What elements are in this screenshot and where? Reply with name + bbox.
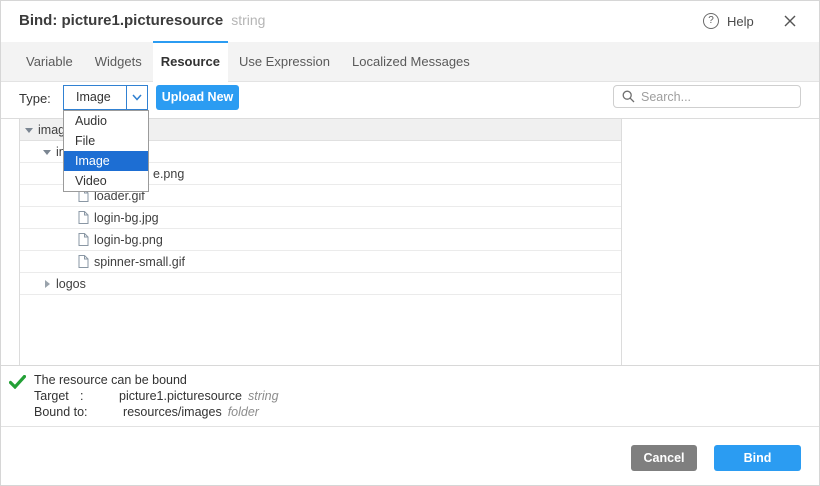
status-bound-value: resources/images — [123, 405, 222, 419]
cancel-button[interactable]: Cancel — [631, 445, 697, 471]
file-icon — [78, 211, 89, 224]
footer-divider — [1, 426, 819, 427]
search-box[interactable] — [613, 85, 801, 108]
help-button[interactable]: Help — [727, 14, 754, 29]
check-icon — [9, 375, 26, 394]
tab-bar: Variable Widgets Resource Use Expression… — [1, 42, 819, 82]
folder-expanded-icon[interactable] — [25, 126, 38, 134]
status-separator: : — [84, 405, 123, 419]
type-select-value: Image — [76, 86, 111, 109]
status-bound-row: Bound to:resources/images folder — [34, 405, 259, 419]
status-bound-label: Bound to — [34, 405, 84, 419]
tree-row-login-bg-png[interactable]: login-bg.png — [20, 229, 621, 251]
tab-use-expression[interactable]: Use Expression — [228, 42, 341, 81]
tree-bottom-border — [1, 365, 819, 366]
upload-new-button[interactable]: Upload New — [156, 85, 239, 110]
tree-row-label: e.png — [153, 167, 184, 181]
tree-row-label: spinner-small.gif — [94, 255, 185, 269]
dropdown-option-image[interactable]: Image — [64, 151, 148, 171]
title-bar: Bind: picture1.picturesource string ? Hel… — [1, 1, 819, 42]
dropdown-option-video[interactable]: Video — [64, 171, 148, 191]
search-icon — [622, 90, 635, 103]
status-bound-type: folder — [228, 405, 259, 419]
status-target-row: Target:picture1.picturesource string — [34, 389, 279, 403]
tab-widgets[interactable]: Widgets — [84, 42, 153, 81]
status-target-type: string — [248, 389, 279, 403]
type-label: Type: — [19, 91, 51, 106]
tree-row-login-bg-jpg[interactable]: login-bg.jpg — [20, 207, 621, 229]
tree-row-logos-folder[interactable]: logos — [20, 273, 621, 295]
search-input[interactable] — [641, 90, 802, 104]
close-icon[interactable] — [782, 13, 798, 29]
dialog-title-text: Bind: picture1.picturesource — [19, 12, 223, 29]
tree-row-label: login-bg.png — [94, 233, 163, 247]
status-target-label: Target — [34, 389, 80, 403]
bind-dialog: Bind: picture1.picturesource string ? Hel… — [0, 0, 820, 486]
status-message: The resource can be bound — [34, 373, 187, 387]
tab-resource[interactable]: Resource — [153, 41, 228, 82]
file-icon — [78, 233, 89, 246]
tree-row-spinner-small-gif[interactable]: spinner-small.gif — [20, 251, 621, 273]
tree-row-label: login-bg.jpg — [94, 211, 159, 225]
file-icon — [78, 255, 89, 268]
type-dropdown-list: Audio File Image Video — [63, 110, 149, 192]
type-select[interactable]: Image — [63, 85, 148, 110]
bind-button[interactable]: Bind — [714, 445, 801, 471]
tree-preview-divider — [621, 119, 622, 365]
folder-collapsed-icon[interactable] — [43, 280, 56, 288]
dialog-title-type: string — [231, 12, 265, 28]
tree-row-label: logos — [56, 277, 86, 291]
chevron-down-icon[interactable] — [126, 86, 147, 109]
dialog-title: Bind: picture1.picturesource string — [19, 12, 265, 29]
status-target-value: picture1.picturesource — [119, 389, 242, 403]
dropdown-option-audio[interactable]: Audio — [64, 111, 148, 131]
dropdown-option-file[interactable]: File — [64, 131, 148, 151]
tab-localized-messages[interactable]: Localized Messages — [341, 42, 481, 81]
folder-expanded-icon[interactable] — [43, 148, 56, 156]
tab-variable[interactable]: Variable — [15, 42, 84, 81]
help-icon[interactable]: ? — [703, 13, 719, 29]
status-separator: : — [80, 389, 119, 403]
